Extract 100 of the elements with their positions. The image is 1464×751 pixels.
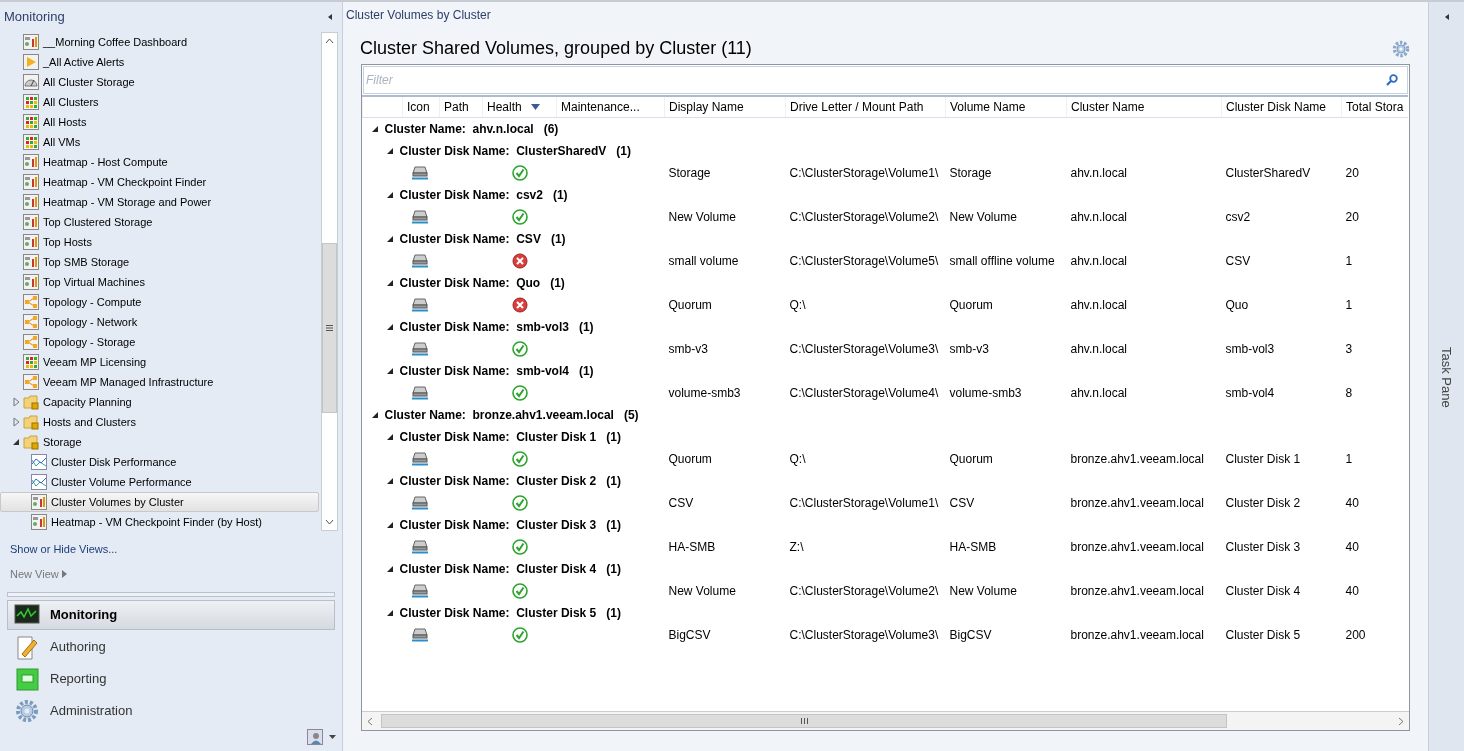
tree-item[interactable]: Topology - Storage <box>0 332 319 352</box>
collapsed-icon[interactable] <box>12 417 20 427</box>
dropdown-caret-icon[interactable] <box>329 735 336 739</box>
expanded-icon[interactable] <box>385 608 394 617</box>
tree-item[interactable]: Hosts and Clusters <box>0 412 319 432</box>
table-cell-text: HA-SMB <box>948 538 998 556</box>
tree-item[interactable]: __Morning Coffee Dashboard <box>0 32 319 52</box>
expanded-icon[interactable] <box>385 322 394 331</box>
scroll-left-icon[interactable] <box>367 716 373 726</box>
column-header[interactable]: Cluster Disk Name <box>1221 95 1342 118</box>
tree-item[interactable]: Heatmap - VM Checkpoint Finder <box>0 172 319 192</box>
table-cell-text: ahv.n.local <box>1069 296 1128 314</box>
tree-item[interactable]: All Clusters <box>0 92 319 112</box>
expanded-icon[interactable] <box>385 476 394 485</box>
expanded-icon[interactable] <box>385 146 394 155</box>
line-chart-icon <box>31 454 47 470</box>
disk-group-header: Cluster Disk Name: Cluster Disk 4 (1) <box>399 561 621 576</box>
tree-item[interactable]: Top Virtual Machines <box>0 272 319 292</box>
tree-item[interactable]: Top Hosts <box>0 232 319 252</box>
tree-item[interactable]: All VMs <box>0 132 319 152</box>
expanded-icon[interactable] <box>12 438 20 446</box>
column-header[interactable]: Cluster Name <box>1066 95 1222 118</box>
table-cell-text: Cluster Disk 5 <box>1224 626 1302 644</box>
new-view-menu[interactable]: New View <box>10 565 59 582</box>
scrollbar[interactable] <box>321 32 338 531</box>
folder-icon <box>23 414 39 430</box>
expanded-icon[interactable] <box>370 410 379 419</box>
grip-icon <box>800 718 808 724</box>
nav-button[interactable]: Monitoring <box>7 600 335 630</box>
expanded-icon[interactable] <box>385 432 394 441</box>
table-cell-text: ahv.n.local <box>1069 208 1128 226</box>
tree-item[interactable]: Topology - Network <box>0 312 319 332</box>
search-icon[interactable] <box>1386 73 1398 86</box>
nav-button[interactable]: Administration <box>7 696 335 726</box>
nav-button[interactable]: Reporting <box>7 664 335 694</box>
collapse-icon[interactable] <box>326 12 334 22</box>
filter-field[interactable]: Filter <box>363 65 1408 94</box>
table-cell-text: Quorum <box>667 450 713 468</box>
column-header[interactable]: Maintenance... <box>556 95 665 118</box>
scroll-up-icon[interactable] <box>325 38 334 44</box>
table-cell-text: ahv.n.local <box>1069 164 1128 182</box>
dashboard-icon <box>23 154 39 170</box>
expanded-icon[interactable] <box>370 124 379 133</box>
expanded-icon[interactable] <box>385 520 394 529</box>
show-hide-views-link[interactable]: Show or Hide Views... <box>0 531 342 558</box>
tree-item[interactable]: Topology - Compute <box>0 292 319 312</box>
table-cell-text: 20 <box>1344 164 1360 182</box>
tree-item[interactable]: Cluster Disk Performance <box>0 452 319 472</box>
expanded-icon[interactable] <box>385 564 394 573</box>
expanded-icon[interactable] <box>385 190 394 199</box>
column-header[interactable]: Display Name <box>664 95 786 118</box>
table-cell-text: Quorum <box>948 450 994 468</box>
tree-item[interactable]: Capacity Planning <box>0 392 319 412</box>
expanded-icon[interactable] <box>385 234 394 243</box>
column-header[interactable]: Icon <box>402 95 440 118</box>
tree-item[interactable]: Top SMB Storage <box>0 252 319 272</box>
ok-check-icon <box>511 582 528 599</box>
user-card-icon[interactable] <box>307 729 323 745</box>
column-header[interactable]: Health <box>482 95 557 118</box>
tree-item[interactable]: Heatmap - VM Storage and Power <box>0 192 319 212</box>
tree-item[interactable]: Veeam MP Licensing <box>0 352 319 372</box>
table-cell-text: C:\ClusterStorage\Volume3\ <box>788 340 940 358</box>
tree-item[interactable]: _All Active Alerts <box>0 52 319 72</box>
scroll-right-icon[interactable] <box>1398 716 1404 726</box>
table-cell-text: Storage <box>948 164 993 182</box>
task-pane-title[interactable]: Task Pane <box>1436 347 1457 408</box>
table-cell-text: 40 <box>1344 582 1360 600</box>
table-cell-text: New Volume <box>948 208 1018 226</box>
tree-item[interactable]: Cluster Volumes by Cluster <box>0 492 319 512</box>
tree-item[interactable]: Heatmap - Host Compute <box>0 152 319 172</box>
ok-check-icon <box>511 494 528 511</box>
table-cell-text: BigCSV <box>667 626 712 644</box>
tree-item[interactable]: Cluster Volume Performance <box>0 472 319 492</box>
scroll-down-icon[interactable] <box>325 519 334 525</box>
column-header[interactable]: Path <box>439 95 483 118</box>
expanded-icon[interactable] <box>385 278 394 287</box>
horizontal-scrollbar[interactable] <box>362 711 1409 730</box>
settings-icon[interactable] <box>1392 39 1410 58</box>
tree-item[interactable]: Heatmap - VM Checkpoint Finder (by Host) <box>0 512 319 531</box>
table-cell-text: bronze.ahv1.veeam.local <box>1069 538 1205 556</box>
disk-group-header: Cluster Disk Name: Quo (1) <box>399 275 565 290</box>
dashboard-icon <box>23 274 39 290</box>
collapsed-icon[interactable] <box>12 397 20 407</box>
drive-icon <box>411 451 428 466</box>
tree-item[interactable]: Top Clustered Storage <box>0 212 319 232</box>
disk-group-header: Cluster Disk Name: CSV (1) <box>399 231 566 246</box>
gear-icon <box>14 698 40 724</box>
expanded-icon[interactable] <box>385 366 394 375</box>
table-cell-text: smb-v3 <box>948 340 990 358</box>
tree-item[interactable]: Storage <box>0 432 319 452</box>
nav-button[interactable]: Authoring <box>7 632 335 662</box>
column-header[interactable]: Volume Name <box>945 95 1067 118</box>
table-cell-text: bronze.ahv1.veeam.local <box>1069 626 1205 644</box>
tree-item[interactable]: Veeam MP Managed Infrastructure <box>0 372 319 392</box>
tree-item[interactable]: All Cluster Storage <box>0 72 319 92</box>
column-header[interactable]: Drive Letter / Mount Path <box>785 95 946 118</box>
ok-check-icon <box>511 626 528 643</box>
tree-item[interactable]: All Hosts <box>0 112 319 132</box>
column-header[interactable]: Total Stora <box>1341 95 1408 118</box>
grip-icon <box>326 325 333 331</box>
